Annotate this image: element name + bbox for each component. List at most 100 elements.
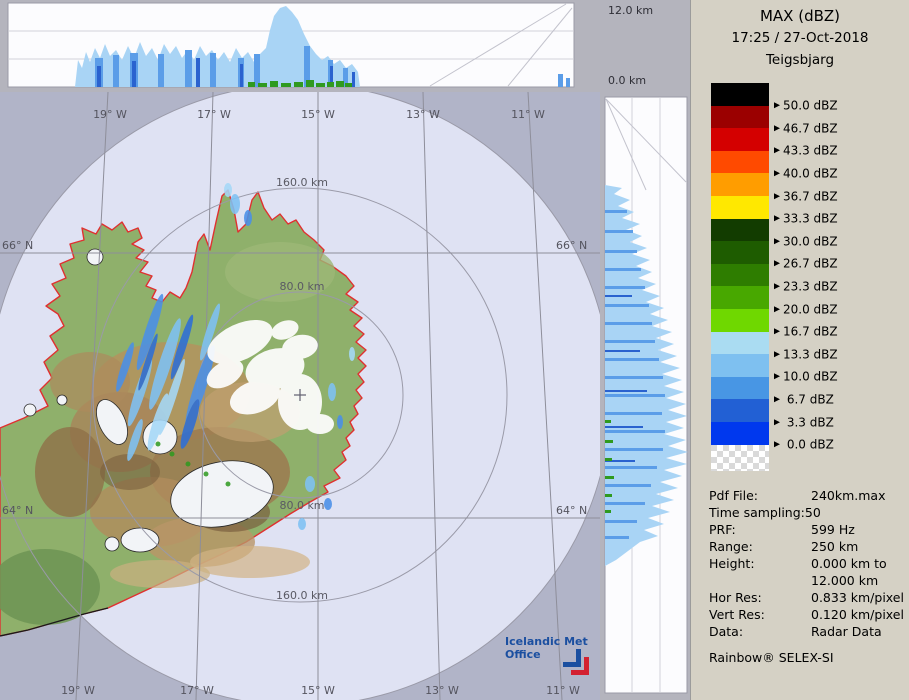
lat-label: 64° N [556,504,587,517]
radar-map-canvas: 19° W 17° W 15° W 13° W 11° W 19° W 17° … [0,92,600,700]
legend-label: 13.3 dBZ [774,343,838,366]
legend-arrow-icon [774,102,780,109]
legend-label: 36.7 dBZ [774,185,838,208]
legend-arrow-icon [774,396,780,403]
lat-label: 66° N [556,239,587,252]
legend-arrow-icon [774,125,780,132]
met-office-logo: Icelandic Met Office [505,635,600,677]
legend-label: 43.3 dBZ [774,139,838,162]
range-ring-label: 160.0 km [276,589,328,602]
legend-swatch [711,83,769,106]
legend-swatch [711,308,769,332]
info-row: Vert Res: 0.120 km/pixel [709,606,909,623]
lat-label: 66° N [2,239,33,252]
legend-label-text: 3.3 dBZ [783,414,834,429]
lon-label: 11° W [546,684,580,697]
legend-swatch [711,128,769,151]
station-name: Teigsbjarg [765,52,835,68]
info-row: Hor Res: 0.833 km/pixel [709,589,909,606]
legend-label-text: 6.7 dBZ [783,392,834,407]
lon-label: 19° W [61,684,95,697]
cross-section-right [600,90,690,700]
info-row: Data: Radar Data [709,623,909,640]
legend-swatch [711,399,769,422]
info-value: 0.833 km/pixel [811,589,904,605]
legend-label: 20.0 dBZ [774,298,838,321]
legend-swatch [711,150,769,174]
legend-entry: 50.0 dBZ [711,83,909,113]
legend-swatch [711,376,769,400]
info-label: Hor Res: [709,589,762,605]
info-value: 0.120 km/pixel [811,606,904,622]
info-rows: Pdf File: 240km.max Time sampling:50 PRF: 59… [709,487,909,640]
legend-arrow-icon [774,328,780,335]
lon-label: 17° W [180,684,214,697]
legend-label-text: 10.0 dBZ [783,369,838,384]
height-axis-corner: 12.0 km 0.0 km [600,0,690,90]
lon-label: 17° W [197,108,231,121]
info-row: 12.000 km [709,572,909,589]
height-axis-max-label: 12.0 km [608,4,654,17]
product-info: Pdf File: 240km.max Time sampling:50 PRF: 59… [709,487,909,665]
lon-label: 13° W [425,684,459,697]
legend-swatch [711,286,769,309]
legend-label-text: 50.0 dBZ [783,98,838,113]
lon-label: 13° W [406,108,440,121]
radar-map: 19° W 17° W 15° W 13° W 11° W 19° W 17° … [0,92,600,700]
info-row: Height: 0.000 km to [709,555,909,572]
legend-label-text: 0.0 dBZ [783,437,834,452]
legend-swatch [711,218,769,242]
legend-swatch [711,173,769,196]
legend-label: 3.3 dBZ [774,411,834,434]
info-value: 240km.max [811,487,886,503]
met-office-logo-line1: Icelandic Met [505,635,588,648]
product-datetime: 17:25 / 27-Oct-2018 [731,30,869,46]
lon-label: 15° W [301,108,335,121]
legend-arrow-icon [774,418,780,425]
info-value: 599 Hz [811,521,855,537]
legend-rows: 50.0 dBZ 46.7 dBZ 43.3 dBZ 40.0 dBZ 36.7 dBZ… [711,83,909,452]
legend-label: 30.0 dBZ [774,230,838,253]
legend-swatch [711,241,769,264]
lon-label: 15° W [301,684,335,697]
info-label [709,572,811,589]
chevron-icon [571,657,589,675]
info-panel: MAX (dBZ) 17:25 / 27-Oct-2018 Teigsbjarg… [690,0,909,700]
legend-arrow-icon [774,283,780,290]
legend-arrow-icon [774,373,780,380]
legend-arrow-icon [774,305,780,312]
legend-arrow-icon [774,260,780,267]
info-value: 0.000 km to [811,555,887,571]
legend-arrow-icon [774,238,780,245]
legend-swatch [711,105,769,129]
info-label: Data: [709,623,744,639]
legend-swatch [711,421,769,445]
legend-arrow-icon [774,170,780,177]
info-row: Pdf File: 240km.max [709,487,909,504]
legend-label-text: 43.3 dBZ [783,143,838,158]
legend-arrow-icon [774,147,780,154]
legend-label: 46.7 dBZ [774,117,838,140]
legend-label-text: 40.0 dBZ [783,166,838,181]
legend-label-text: 23.3 dBZ [783,279,838,294]
legend-swatch [711,331,769,355]
legend-label: 0.0 dBZ [774,433,834,456]
software-name: Rainbow® SELEX-SI [709,649,834,665]
legend-label: 40.0 dBZ [774,162,838,185]
legend-arrow-icon [774,441,780,448]
info-row: Range: 250 km [709,538,909,555]
product-title: MAX (dBZ) [759,7,841,25]
legend-arrow-icon [774,351,780,358]
info-value: 250 km [811,538,859,554]
legend-label-text: 20.0 dBZ [783,301,838,316]
info-label: Range: [709,538,753,554]
legend-label-text: 13.3 dBZ [783,347,838,362]
height-axis-min-label: 0.0 km [608,74,647,87]
legend-label: 26.7 dBZ [774,252,838,275]
legend-label-text: 16.7 dBZ [783,324,838,339]
lon-label: 19° W [93,108,127,121]
legend-label: 23.3 dBZ [774,275,838,298]
info-value: 12.000 km [811,572,879,588]
info-label: Time sampling:50 [709,504,821,520]
legend-label-text: 36.7 dBZ [783,188,838,203]
